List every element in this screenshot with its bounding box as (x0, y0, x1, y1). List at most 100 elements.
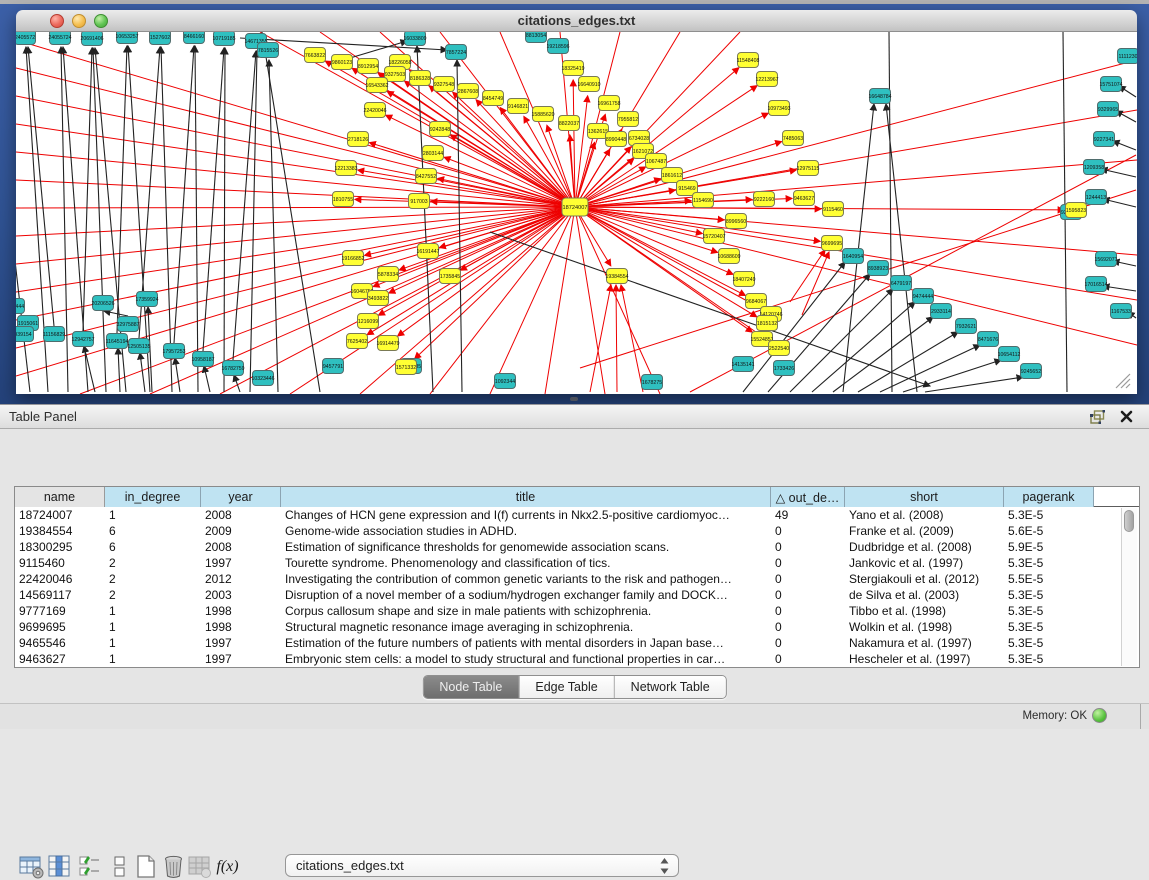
column-header[interactable]: title (281, 487, 771, 507)
column-header[interactable]: △ out_de… (771, 487, 845, 507)
table-cell[interactable]: 2009 (201, 523, 281, 539)
table-cell[interactable]: 5.3E-5 (1004, 507, 1094, 523)
table-cell[interactable]: Wolkin et al. (1998) (845, 619, 1004, 635)
table-cell[interactable]: Nakamura et al. (1997) (845, 635, 1004, 651)
table-cell[interactable]: Franke et al. (2009) (845, 523, 1004, 539)
close-panel-icon[interactable] (1120, 410, 1133, 423)
table-row[interactable]: 1872400712008Changes of HCN gene express… (15, 507, 1139, 523)
table-cell[interactable]: Estimation of significance thresholds fo… (281, 539, 771, 555)
show-columns-icon[interactable] (46, 853, 73, 880)
table-cell[interactable]: 0 (771, 635, 845, 651)
table-cell[interactable]: 1 (105, 635, 201, 651)
table-row[interactable]: 1456911722003Disruption of a novel membe… (15, 587, 1139, 603)
table-cell[interactable]: 0 (771, 603, 845, 619)
table-cell[interactable]: Tibbo et al. (1998) (845, 603, 1004, 619)
table-cell[interactable]: 2 (105, 555, 201, 571)
table-cell[interactable]: Estimation of the future numbers of pati… (281, 635, 771, 651)
table-cell[interactable]: 0 (771, 619, 845, 635)
table-cell[interactable]: Corpus callosum shape and size in male p… (281, 603, 771, 619)
table-cell[interactable]: Disruption of a novel member of a sodium… (281, 587, 771, 603)
column-header[interactable]: short (845, 487, 1004, 507)
table-cell[interactable]: 1997 (201, 635, 281, 651)
table-cell[interactable]: 2 (105, 571, 201, 587)
table-mode-icon[interactable] (18, 853, 45, 880)
table-cell[interactable]: 5.5E-5 (1004, 571, 1094, 587)
column-header[interactable]: pagerank (1004, 487, 1094, 507)
table-cell[interactable]: 5.3E-5 (1004, 635, 1094, 651)
tab-node-table[interactable]: Node Table (423, 676, 519, 698)
table-row[interactable]: 1938455462009Genome-wide association stu… (15, 523, 1139, 539)
table-cell[interactable]: 1 (105, 651, 201, 667)
delete-column-icon[interactable] (186, 853, 213, 880)
network-window-titlebar[interactable]: citations_edges.txt (16, 10, 1137, 32)
table-cell[interactable]: 19384554 (15, 523, 105, 539)
column-header[interactable]: name (15, 487, 105, 507)
table-cell[interactable]: 9465546 (15, 635, 105, 651)
table-cell[interactable]: 2 (105, 587, 201, 603)
table-cell[interactable]: 5.3E-5 (1004, 651, 1094, 667)
table-cell[interactable]: Dudbridge et al. (2008) (845, 539, 1004, 555)
create-table-icon[interactable] (132, 853, 159, 880)
table-cell[interactable]: 1998 (201, 619, 281, 635)
column-header[interactable]: in_degree (105, 487, 201, 507)
table-cell[interactable]: 49 (771, 507, 845, 523)
table-cell[interactable]: 9777169 (15, 603, 105, 619)
vertical-scrollbar[interactable] (1121, 508, 1137, 666)
table-cell[interactable]: Embryonic stem cells: a model to study s… (281, 651, 771, 667)
table-row[interactable]: 977716911998Corpus callosum shape and si… (15, 603, 1139, 619)
table-cell[interactable]: 2008 (201, 507, 281, 523)
table-cell[interactable]: 14569117 (15, 587, 105, 603)
table-cell[interactable]: 5.6E-5 (1004, 523, 1094, 539)
table-cell[interactable]: 1 (105, 619, 201, 635)
column-header[interactable]: year (201, 487, 281, 507)
table-row[interactable]: 1830029562008Estimation of significance … (15, 539, 1139, 555)
table-cell[interactable]: 18724007 (15, 507, 105, 523)
table-cell[interactable]: 2003 (201, 587, 281, 603)
table-cell[interactable]: 1997 (201, 651, 281, 667)
table-cell[interactable]: 1 (105, 507, 201, 523)
table-cell[interactable]: Stergiakouli et al. (2012) (845, 571, 1004, 587)
table-cell[interactable]: Changes of HCN gene expression and I(f) … (281, 507, 771, 523)
table-cell[interactable]: 22420046 (15, 571, 105, 587)
scrollbar-thumb[interactable] (1124, 510, 1134, 532)
float-panel-icon[interactable] (1090, 410, 1105, 424)
row-height-icon[interactable] (106, 853, 133, 880)
table-cell[interactable]: 2008 (201, 539, 281, 555)
table-chooser-select[interactable]: citations_edges.txt (285, 854, 679, 877)
table-cell[interactable]: 6 (105, 539, 201, 555)
table-cell[interactable]: 0 (771, 571, 845, 587)
table-cell[interactable]: 9699695 (15, 619, 105, 635)
table-cell[interactable]: 9115460 (15, 555, 105, 571)
table-cell[interactable]: 18300295 (15, 539, 105, 555)
table-cell[interactable]: 5.9E-5 (1004, 539, 1094, 555)
table-row[interactable]: 969969511998Structural magnetic resonanc… (15, 619, 1139, 635)
table-cell[interactable]: Tourette syndrome. Phenomenology and cla… (281, 555, 771, 571)
table-cell[interactable]: 1998 (201, 603, 281, 619)
table-cell[interactable]: 5.3E-5 (1004, 555, 1094, 571)
table-cell[interactable]: 2012 (201, 571, 281, 587)
table-cell[interactable]: Investigating the contribution of common… (281, 571, 771, 587)
table-cell[interactable]: 0 (771, 587, 845, 603)
table-cell[interactable]: 5.3E-5 (1004, 603, 1094, 619)
table-cell[interactable]: 1997 (201, 555, 281, 571)
table-cell[interactable]: 0 (771, 523, 845, 539)
table-row[interactable]: 946362711997Embryonic stem cells: a mode… (15, 651, 1139, 667)
table-cell[interactable]: 0 (771, 539, 845, 555)
table-cell[interactable]: 5.3E-5 (1004, 619, 1094, 635)
table-cell[interactable]: Hescheler et al. (1997) (845, 651, 1004, 667)
delete-table-icon[interactable] (160, 853, 187, 880)
splitter-handle[interactable] (570, 397, 578, 401)
table-cell[interactable]: de Silva et al. (2003) (845, 587, 1004, 603)
table-cell[interactable]: 0 (771, 651, 845, 667)
network-view[interactable]: 2405572240557242069140610653257152760284… (16, 32, 1137, 394)
select-columns-icon[interactable] (76, 853, 103, 880)
tab-edge-table[interactable]: Edge Table (519, 676, 614, 698)
table-cell[interactable]: 9463627 (15, 651, 105, 667)
table-cell[interactable]: 0 (771, 555, 845, 571)
table-row[interactable]: 2242004622012Investigating the contribut… (15, 571, 1139, 587)
table-cell[interactable]: 5.3E-5 (1004, 587, 1094, 603)
table-cell[interactable]: Structural magnetic resonance image aver… (281, 619, 771, 635)
table-cell[interactable]: 6 (105, 523, 201, 539)
function-builder-icon[interactable]: f(x) (214, 853, 241, 880)
table-cell[interactable]: Yano et al. (2008) (845, 507, 1004, 523)
